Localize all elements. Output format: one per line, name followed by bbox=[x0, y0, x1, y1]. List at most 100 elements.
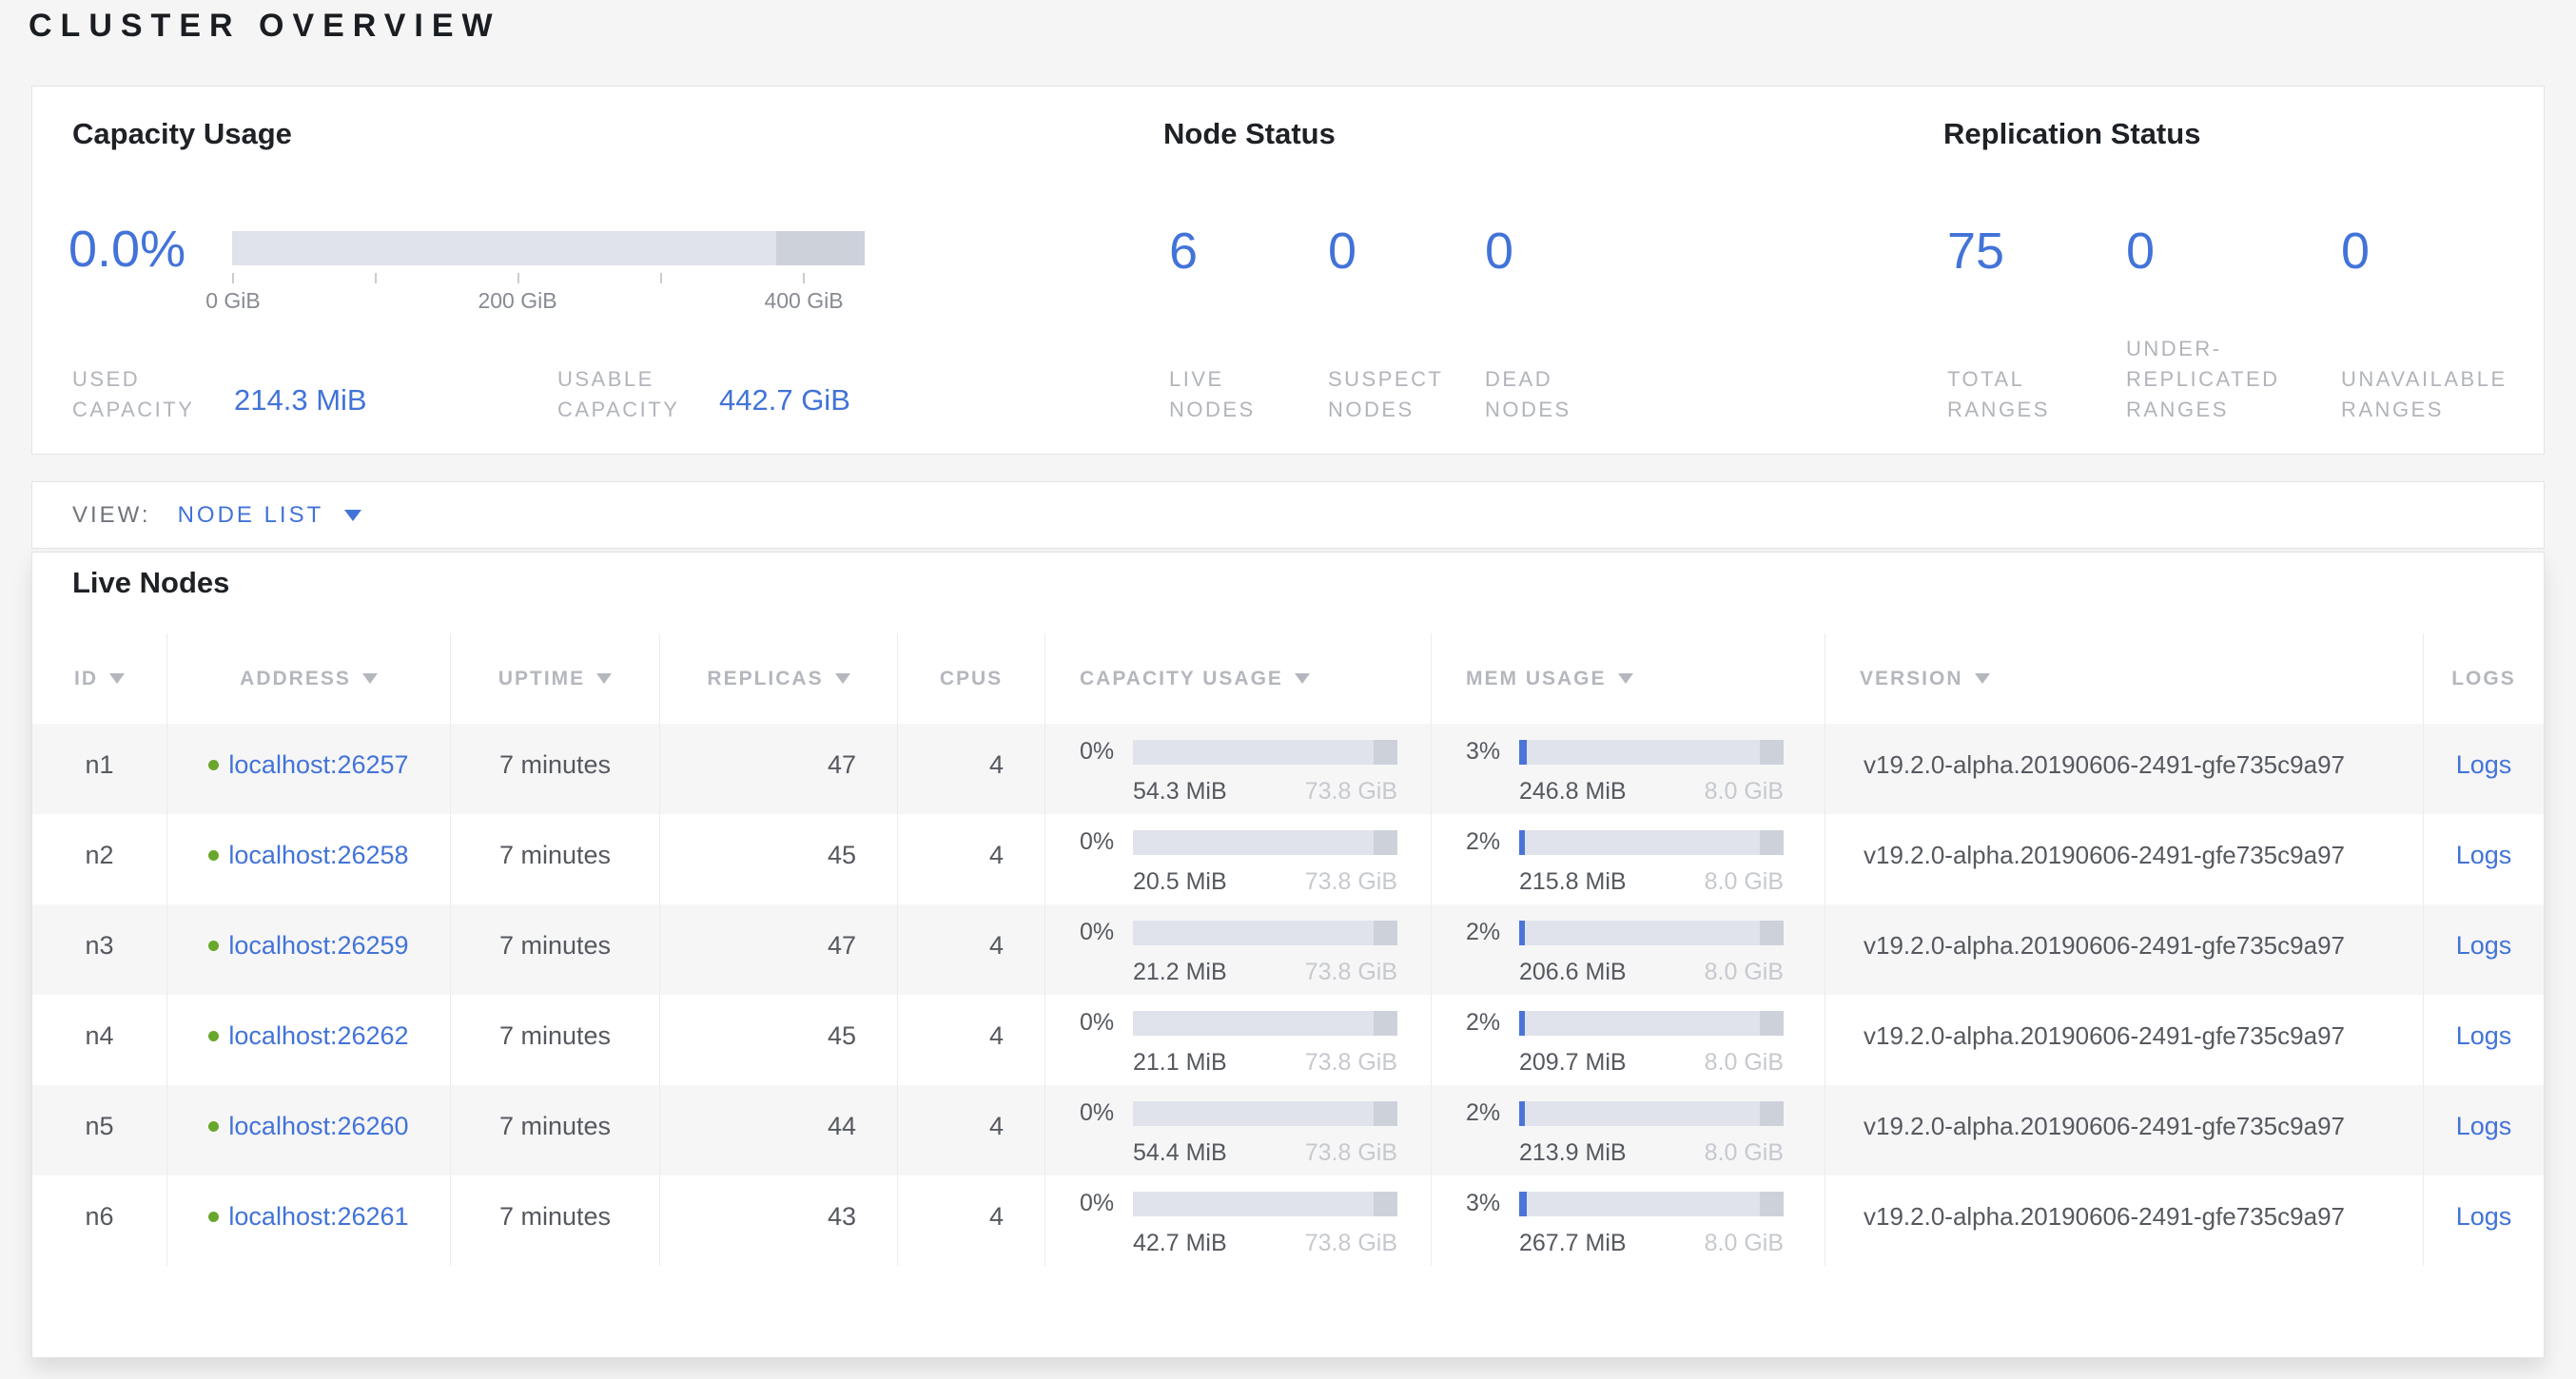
node-address-link[interactable]: localhost:26257 bbox=[228, 750, 408, 780]
usage-meter-cap bbox=[1760, 1101, 1784, 1126]
usage-used-value: 209.7 MiB bbox=[1519, 1049, 1627, 1077]
used-capacity-label: USED CAPACITY bbox=[72, 364, 194, 425]
mem-usage-cell: 2% 213.9 MiB8.0 GiB bbox=[1432, 1085, 1825, 1175]
table-row: n6 localhost:26261 7 minutes 43 4 0% 42.… bbox=[32, 1175, 2544, 1266]
usage-meter-fill bbox=[1519, 1101, 1525, 1126]
column-header-replicas[interactable]: REPLICAS bbox=[660, 633, 898, 724]
node-address-link[interactable]: localhost:26260 bbox=[228, 1112, 408, 1141]
capacity-usage-cell: 0% 54.4 MiB73.8 GiB bbox=[1045, 1085, 1432, 1175]
node-uptime: 7 minutes bbox=[451, 724, 660, 814]
node-live-status-icon bbox=[208, 1031, 219, 1041]
node-address-cell: localhost:26259 bbox=[167, 904, 451, 995]
node-version: v19.2.0-alpha.20190606-2491-gfe735c9a97 bbox=[1825, 995, 2424, 1085]
node-live-status-icon bbox=[208, 760, 219, 770]
node-live-status-icon bbox=[208, 1121, 219, 1132]
logs-link[interactable]: Logs bbox=[2456, 841, 2512, 870]
usage-meter-cap bbox=[1760, 921, 1784, 945]
logs-cell: Logs bbox=[2424, 1085, 2544, 1175]
capacity-usage-cell: 0% 21.1 MiB73.8 GiB bbox=[1045, 995, 1432, 1085]
node-address-link[interactable]: localhost:26261 bbox=[228, 1202, 408, 1232]
node-version: v19.2.0-alpha.20190606-2491-gfe735c9a97 bbox=[1825, 814, 2424, 904]
node-uptime: 7 minutes bbox=[451, 1085, 660, 1175]
capacity-meter-cap bbox=[776, 231, 865, 265]
usage-meter bbox=[1133, 1101, 1397, 1126]
usage-used-value: 21.1 MiB bbox=[1133, 1049, 1227, 1077]
live-nodes-card: Live Nodes ID ADDRESS UPTIME REPLICAS CP… bbox=[31, 552, 2545, 1358]
sort-descending-icon bbox=[1295, 673, 1310, 684]
usage-meter-cap bbox=[1760, 740, 1784, 765]
node-replicas: 47 bbox=[660, 724, 898, 814]
usage-used-value: 54.4 MiB bbox=[1133, 1139, 1227, 1167]
mem-usage-cell: 3% 246.8 MiB8.0 GiB bbox=[1432, 724, 1825, 814]
usage-meter bbox=[1519, 740, 1784, 765]
node-live-status-icon bbox=[208, 850, 219, 861]
usage-meter bbox=[1133, 1011, 1397, 1036]
usage-used-value: 206.6 MiB bbox=[1519, 959, 1627, 986]
node-address-cell: localhost:26262 bbox=[167, 995, 451, 1085]
stat-value: 0 bbox=[1328, 222, 1356, 281]
logs-cell: Logs bbox=[2424, 904, 2544, 995]
usage-meter-cap bbox=[1760, 1192, 1784, 1216]
node-uptime: 7 minutes bbox=[451, 904, 660, 995]
node-address-link[interactable]: localhost:26258 bbox=[228, 841, 408, 870]
usage-meter-cap bbox=[1374, 830, 1397, 855]
usage-used-value: 267.7 MiB bbox=[1519, 1230, 1627, 1257]
logs-link[interactable]: Logs bbox=[2456, 1112, 2512, 1141]
logs-cell: Logs bbox=[2424, 1175, 2544, 1266]
usage-total-value: 73.8 GiB bbox=[1305, 868, 1397, 896]
usage-meter bbox=[1133, 740, 1397, 765]
column-header-version[interactable]: VERSION bbox=[1825, 633, 2424, 724]
logs-link[interactable]: Logs bbox=[2456, 931, 2512, 961]
node-address-cell: localhost:26261 bbox=[167, 1175, 451, 1266]
usage-used-value: 213.9 MiB bbox=[1519, 1139, 1627, 1167]
usage-meter bbox=[1133, 1192, 1397, 1216]
stat-value: 0 bbox=[2126, 222, 2155, 281]
stat-value: 0 bbox=[2341, 222, 2370, 281]
usage-meter-fill bbox=[1519, 830, 1525, 855]
node-id: n5 bbox=[32, 1085, 167, 1175]
usage-meter-cap bbox=[1760, 1011, 1784, 1036]
table-header-row: ID ADDRESS UPTIME REPLICAS CPUS CAPACITY… bbox=[32, 633, 2544, 724]
usage-percent: 2% bbox=[1466, 1009, 1519, 1037]
column-header-uptime[interactable]: UPTIME bbox=[451, 633, 660, 724]
column-header-logs: LOGS bbox=[2424, 633, 2544, 724]
usage-meter-fill bbox=[1519, 921, 1525, 945]
sort-descending-icon bbox=[362, 673, 378, 684]
node-id: n2 bbox=[32, 814, 167, 904]
logs-link[interactable]: Logs bbox=[2456, 1021, 2512, 1051]
live-nodes-heading: Live Nodes bbox=[72, 566, 229, 600]
node-version: v19.2.0-alpha.20190606-2491-gfe735c9a97 bbox=[1825, 904, 2424, 995]
node-address-cell: localhost:26258 bbox=[167, 814, 451, 904]
logs-link[interactable]: Logs bbox=[2456, 750, 2512, 780]
column-header-capacity-usage[interactable]: CAPACITY USAGE bbox=[1045, 633, 1432, 724]
column-header-address[interactable]: ADDRESS bbox=[167, 633, 451, 724]
node-cpus: 4 bbox=[898, 1175, 1045, 1266]
usage-meter bbox=[1519, 1192, 1784, 1216]
capacity-usage-cell: 0% 21.2 MiB73.8 GiB bbox=[1045, 904, 1432, 995]
usage-percent: 2% bbox=[1466, 919, 1519, 946]
view-bar: VIEW: NODE LIST bbox=[31, 481, 2545, 549]
node-address-link[interactable]: localhost:26259 bbox=[228, 931, 408, 961]
usage-percent: 0% bbox=[1080, 1009, 1133, 1037]
stat-label: UNAVAILABLE RANGES bbox=[2341, 364, 2508, 425]
usage-meter bbox=[1519, 1101, 1784, 1126]
logs-link[interactable]: Logs bbox=[2456, 1202, 2512, 1232]
column-header-id[interactable]: ID bbox=[32, 633, 167, 724]
node-list-dropdown[interactable]: NODE LIST bbox=[178, 502, 362, 529]
stat-label: SUSPECT NODES bbox=[1328, 364, 1443, 425]
stat-label: DEAD NODES bbox=[1485, 364, 1571, 425]
stat-value: 0 bbox=[1485, 222, 1513, 281]
node-uptime: 7 minutes bbox=[451, 1175, 660, 1266]
usage-percent: 0% bbox=[1080, 1099, 1133, 1127]
node-replicas: 45 bbox=[660, 995, 898, 1085]
node-replicas: 47 bbox=[660, 904, 898, 995]
node-address-link[interactable]: localhost:26262 bbox=[228, 1021, 408, 1051]
stat-label: TOTAL RANGES bbox=[1947, 364, 2050, 425]
node-id: n6 bbox=[32, 1175, 167, 1266]
usage-total-value: 73.8 GiB bbox=[1305, 959, 1397, 986]
usage-used-value: 21.2 MiB bbox=[1133, 959, 1227, 986]
column-header-cpus: CPUS bbox=[898, 633, 1045, 724]
usable-capacity-value: 442.7 GiB bbox=[719, 383, 850, 418]
column-header-mem-usage[interactable]: MEM USAGE bbox=[1432, 633, 1825, 724]
usage-meter-cap bbox=[1374, 921, 1397, 945]
